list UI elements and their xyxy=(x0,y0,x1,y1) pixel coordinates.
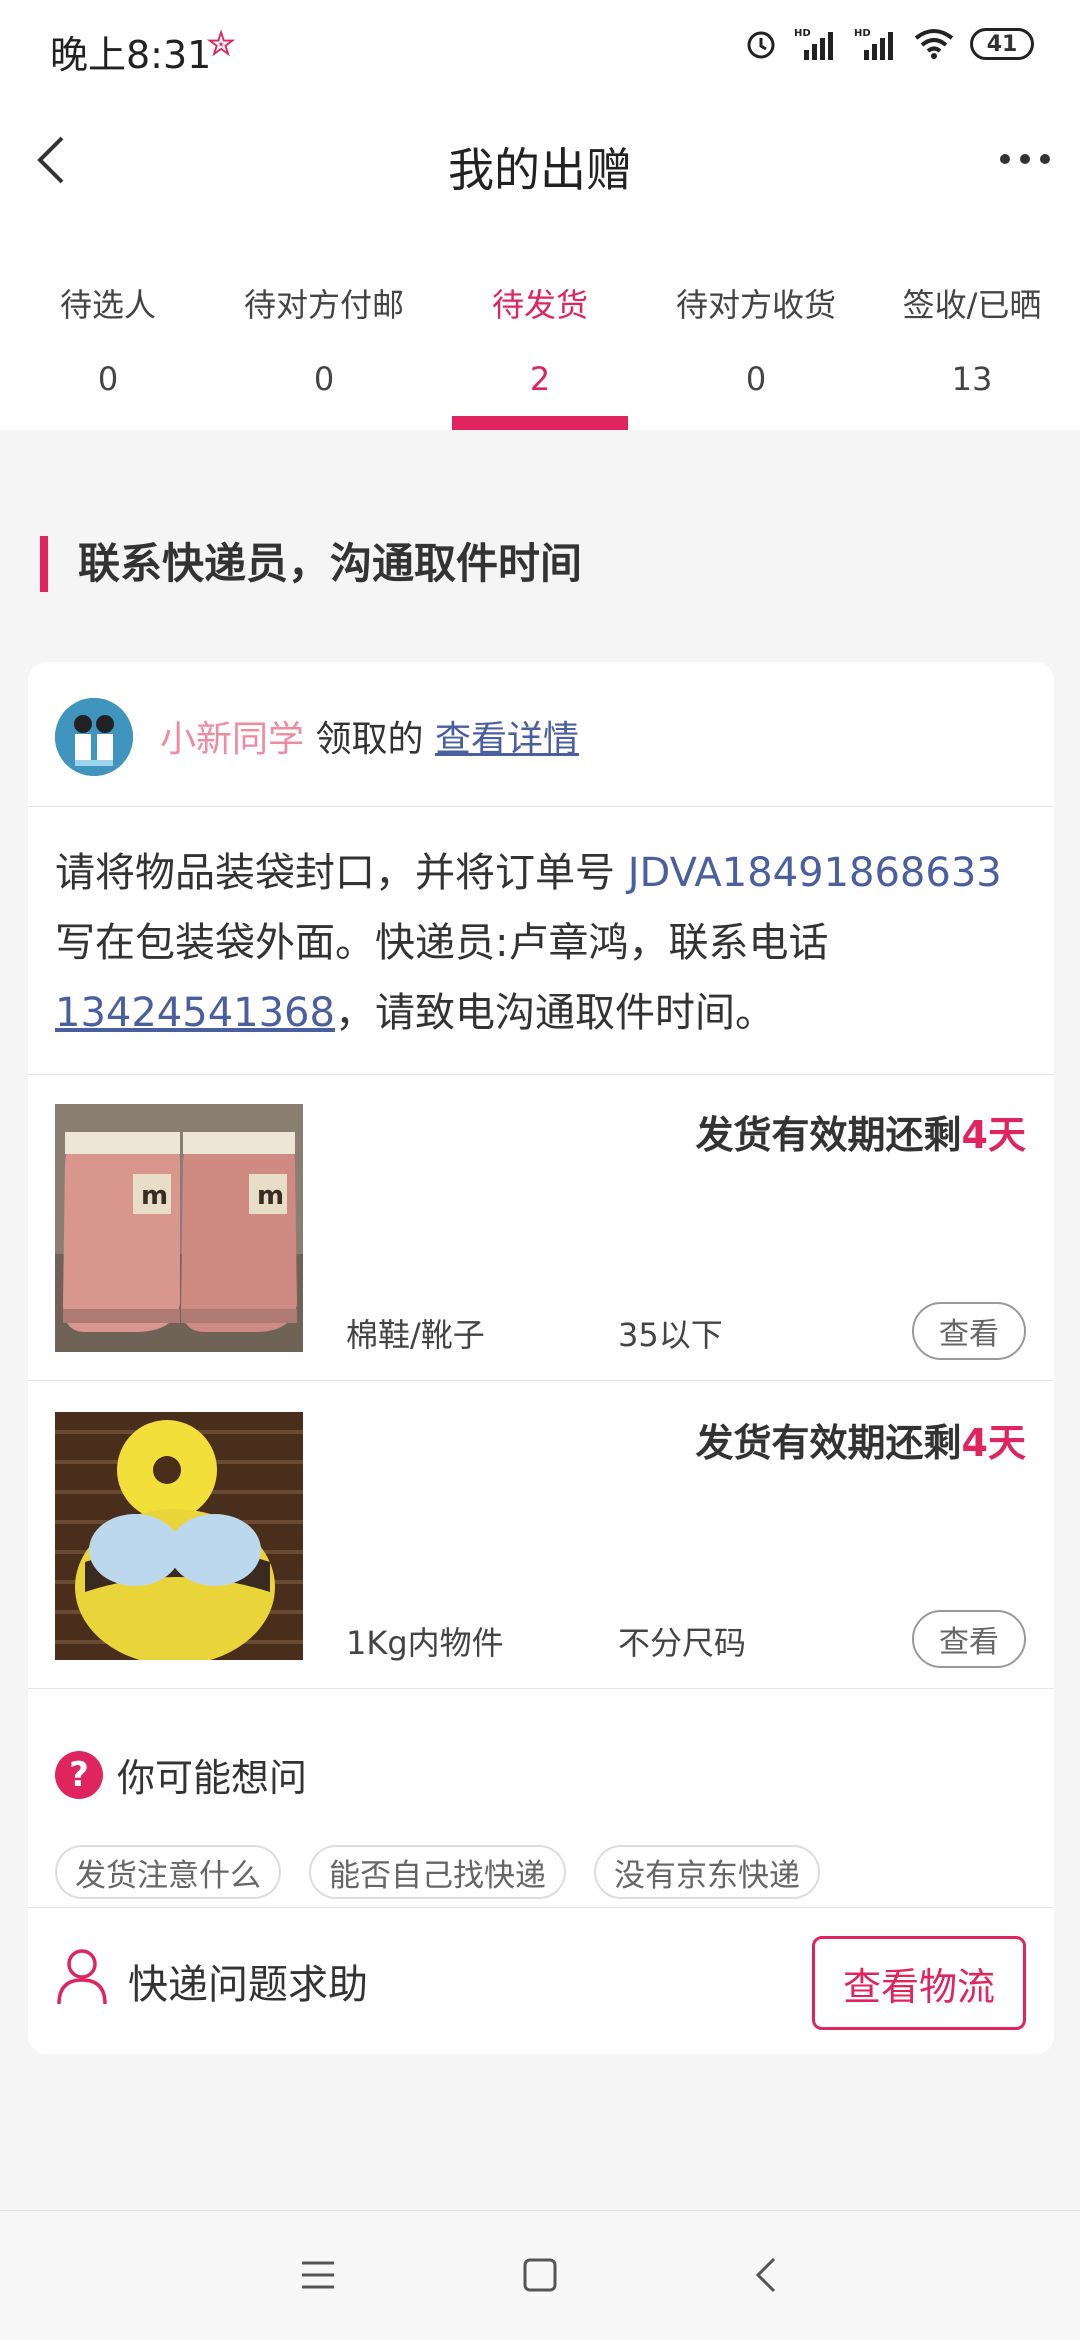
active-tab-indicator xyxy=(452,416,628,430)
faq-chip[interactable]: 发货注意什么 xyxy=(55,1845,281,1899)
tab-label: 待对方付邮 xyxy=(243,286,404,324)
tab-label: 待发货 xyxy=(491,286,588,324)
back-icon[interactable] xyxy=(748,2255,788,2295)
instruction-text: 写在包装袋外面。快递员:卢章鸿，联系电话 xyxy=(55,920,829,966)
svg-text:m: m xyxy=(141,1181,168,1211)
deadline-days: 4天 xyxy=(961,1421,1026,1465)
header: 我的出赠 xyxy=(0,100,1080,230)
signal-hd-label-2: HD xyxy=(854,28,871,39)
tab-received[interactable]: 签收/已晒 13 xyxy=(864,230,1080,430)
alarm-icon xyxy=(747,31,775,59)
tab-count: 0 xyxy=(745,360,767,398)
star-icon: ✮ xyxy=(206,24,237,65)
home-icon[interactable] xyxy=(520,2255,560,2295)
tab-count: 13 xyxy=(951,360,993,398)
packing-instruction: 请将物品装袋封口，并将订单号 JDVA18491868633 写在包装袋外面。快… xyxy=(55,838,1030,1048)
tab-pending-select[interactable]: 待选人 0 xyxy=(0,230,216,430)
status-bar: 晚上8:31 ✮ HD HD 41 xyxy=(0,0,1080,100)
signal-icon: HD xyxy=(794,28,833,60)
section-title: 联系快递员，沟通取件时间 xyxy=(40,536,582,592)
tab-count: 0 xyxy=(313,360,335,398)
claim-row: 小新同学 领取的 查看详情 xyxy=(28,662,1054,807)
view-logistics-button[interactable]: 查看物流 xyxy=(812,1936,1026,2030)
faq-chip[interactable]: 没有京东快递 xyxy=(594,1845,820,1899)
menu-icon[interactable] xyxy=(298,2255,338,2295)
shipment-card: 小新同学 领取的 查看详情 请将物品装袋封口，并将订单号 JDVA1849186… xyxy=(28,662,1054,2054)
status-tabs: 待选人 0 待对方付邮 0 待发货 2 待对方收货 0 签收/已晒 13 xyxy=(0,230,1080,430)
courier-phone-link[interactable]: 13424541368 xyxy=(55,990,335,1036)
shipping-deadline: 发货有效期还剩4天 xyxy=(696,1104,1026,1159)
page-title: 我的出赠 xyxy=(448,143,632,197)
view-details-link[interactable]: 查看详情 xyxy=(435,719,579,760)
person-icon[interactable] xyxy=(55,1946,109,2006)
system-nav-bar xyxy=(0,2210,1080,2340)
tab-pending-postage[interactable]: 待对方付邮 0 xyxy=(216,230,432,430)
view-item-button[interactable]: 查看 xyxy=(912,1610,1026,1668)
wifi-icon xyxy=(914,29,954,59)
courier-help-row: 快递问题求助 查看物流 xyxy=(28,1907,1054,2054)
divider xyxy=(28,1688,1054,1689)
avatar[interactable] xyxy=(55,698,133,776)
instruction-text: ，请致电沟通取件时间。 xyxy=(334,990,775,1036)
tab-count: 2 xyxy=(529,360,551,398)
status-time: 晚上8:31 xyxy=(50,33,212,77)
status-icons: HD HD 41 xyxy=(744,26,1034,62)
instruction-text: 请将物品装袋封口，并将订单号 xyxy=(55,850,628,896)
question-icon: ? xyxy=(55,1750,103,1799)
tab-count: 0 xyxy=(97,360,119,398)
svg-text:m: m xyxy=(257,1181,284,1211)
faq-header: ? 你可能想问 xyxy=(55,1747,307,1802)
signal-hd-label: HD xyxy=(794,28,811,39)
signal-icon-2: HD xyxy=(854,28,893,60)
faq-title: 你可能想问 xyxy=(117,1756,308,1800)
list-item: 发货有效期还剩4天 1Kg内物件 不分尺码 查看 xyxy=(28,1382,1054,1688)
courier-help-label[interactable]: 快递问题求助 xyxy=(128,1952,368,2010)
tab-pending-shipment[interactable]: 待发货 2 xyxy=(432,230,648,430)
tab-pending-receipt[interactable]: 待对方收货 0 xyxy=(648,230,864,430)
faq-section: ? 你可能想问 发货注意什么 能否自己找快递 没有京东快递 xyxy=(28,1727,1054,1927)
tab-label: 签收/已晒 xyxy=(902,286,1042,324)
deadline-days: 4天 xyxy=(961,1113,1026,1157)
item-category: 1Kg内物件 xyxy=(346,1624,504,1662)
claim-text: 小新同学 领取的 查看详情 xyxy=(160,710,579,762)
item-image-boots[interactable]: m m xyxy=(55,1104,303,1352)
faq-chip[interactable]: 能否自己找快递 xyxy=(309,1845,566,1899)
item-size: 不分尺码 xyxy=(618,1624,747,1662)
faq-chips: 发货注意什么 能否自己找快递 没有京东快递 xyxy=(55,1845,820,1899)
more-options-icon[interactable] xyxy=(1000,154,1050,164)
battery-icon: 41 xyxy=(970,28,1034,60)
view-item-button[interactable]: 查看 xyxy=(912,1302,1026,1360)
shipping-deadline: 发货有效期还剩4天 xyxy=(696,1412,1026,1467)
claimer-name[interactable]: 小新同学 xyxy=(160,719,304,760)
item-category: 棉鞋/靴子 xyxy=(346,1316,485,1354)
claim-action: 领取的 xyxy=(315,719,424,760)
item-size: 35以下 xyxy=(618,1316,723,1354)
divider xyxy=(28,1380,1054,1381)
deadline-label: 发货有效期还剩 xyxy=(695,1421,962,1465)
tab-label: 待对方收货 xyxy=(675,286,836,324)
list-item: m m 发货有效期还剩4天 棉鞋/靴子 35以下 查看 xyxy=(28,1074,1054,1380)
deadline-label: 发货有效期还剩 xyxy=(695,1113,962,1157)
order-number: JDVA18491868633 xyxy=(627,850,1002,896)
tab-label: 待选人 xyxy=(59,286,156,324)
item-image-bee-toy[interactable] xyxy=(55,1412,303,1660)
